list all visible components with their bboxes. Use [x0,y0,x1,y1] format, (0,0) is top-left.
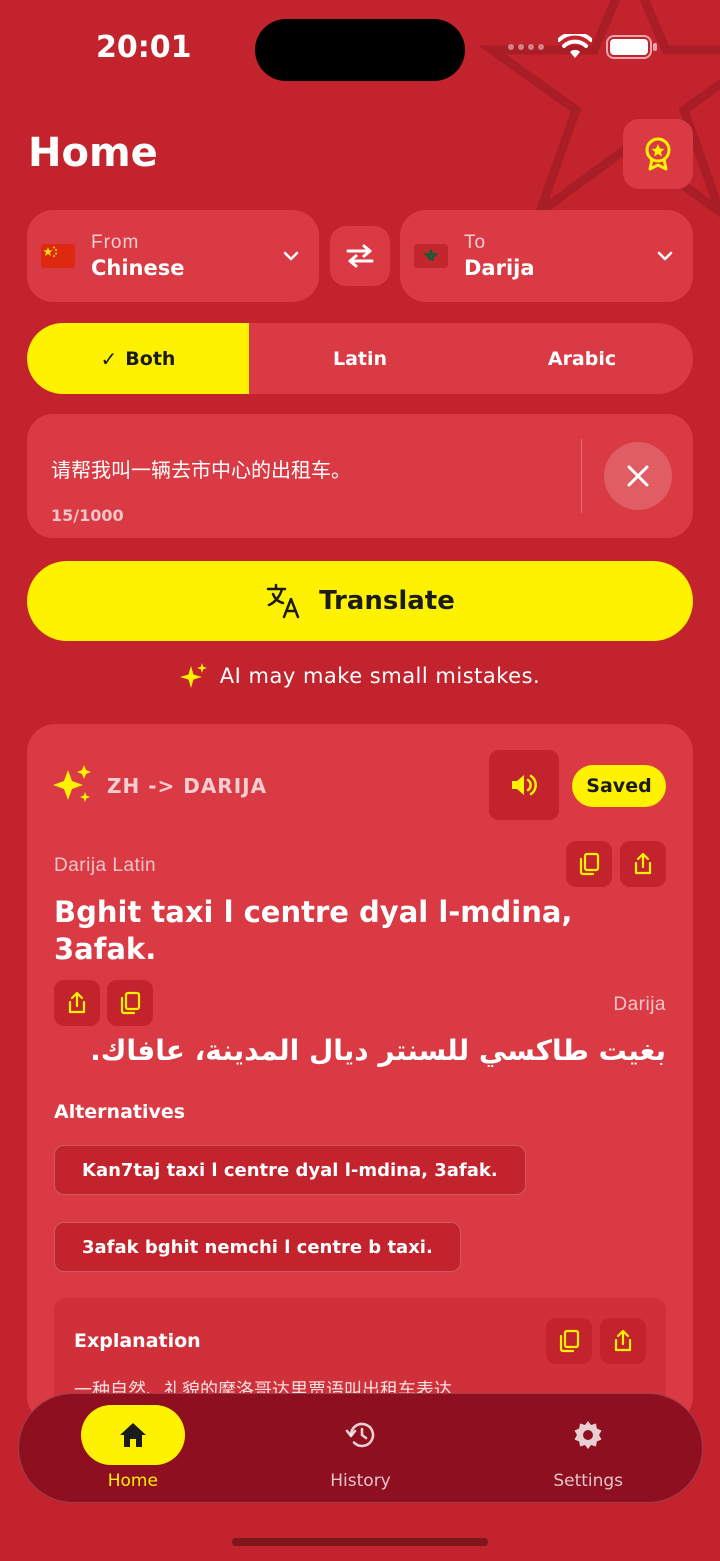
explanation-heading: Explanation [74,1330,201,1352]
share-explanation-button[interactable] [600,1318,646,1364]
script-option-arabic[interactable]: Arabic [471,323,693,394]
copy-icon [579,852,600,876]
latin-caption: Darija Latin [54,855,157,876]
script-option-both-label: Both [125,347,176,370]
status-time: 20:01 [96,30,192,65]
arabic-caption: Darija [613,994,666,1015]
achievements-button[interactable] [623,119,693,189]
china-flag-icon [41,244,75,268]
ai-disclaimer: AI may make small mistakes. [0,662,720,690]
source-text[interactable]: 请帮我叫一辆去市中心的出租车。 [51,454,351,483]
alternative-item[interactable]: Kan7taj taxi l centre dyal l-mdina, 3afa… [54,1145,526,1195]
from-label: From [91,232,140,253]
clear-input-button[interactable] [604,442,672,510]
share-icon [614,1329,632,1352]
input-divider [581,439,582,513]
latin-translation: Bghit taxi l centre dyal l-mdina, 3afak. [54,895,573,966]
swap-languages-button[interactable] [330,226,390,286]
source-text-input[interactable]: 请帮我叫一辆去市中心的出租车。 15/1000 [27,414,693,538]
share-icon [68,991,86,1014]
camera-notch [255,19,465,81]
copy-explanation-button[interactable] [546,1318,592,1364]
copy-latin-button[interactable] [566,841,612,887]
home-icon [119,1423,146,1447]
nav-settings[interactable]: Settings [474,1394,702,1502]
script-option-latin[interactable]: Latin [249,323,471,394]
close-icon [627,465,649,487]
ai-disclaimer-text: AI may make small mistakes. [219,664,541,688]
play-audio-button[interactable] [489,750,559,820]
to-language-value: Darija [464,256,535,280]
translate-button-label: Translate [319,586,455,616]
character-count: 15/1000 [51,506,124,525]
chevron-down-icon [283,251,299,261]
chevron-down-icon [657,251,673,261]
share-latin-button[interactable] [620,841,666,887]
status-bar: 20:01 [0,0,720,100]
to-label: To [464,232,487,253]
wifi-icon [558,34,592,58]
nav-history[interactable]: History [247,1394,475,1502]
morocco-flag-icon [414,244,448,268]
history-icon [345,1422,374,1448]
battery-icon [606,35,657,59]
bottom-navigation: Home History Settings [18,1393,703,1503]
nav-home-label: Home [107,1471,158,1491]
nav-home[interactable]: Home [19,1394,247,1502]
cellular-signal-icon [508,44,544,50]
speaker-icon [512,774,537,796]
to-language-selector[interactable]: To Darija [400,210,693,302]
swap-arrows-icon [346,244,374,268]
nav-settings-label: Settings [553,1471,624,1491]
page-title: Home [28,130,158,176]
script-toggle: ✓ Both Latin Arabic [27,323,693,394]
translation-result-card: ZH -> DARIJA Saved Darija Latin Bghit ta… [27,724,693,1424]
sparkle-icon [53,765,91,802]
sparkle-icon [179,663,207,688]
home-indicator [232,1538,488,1546]
language-pair-label: ZH -> DARIJA [107,774,268,798]
script-option-both[interactable]: ✓ Both [27,323,249,394]
alternatives-heading: Alternatives [54,1101,186,1123]
nav-settings-icon-pill [536,1405,640,1465]
translate-icon [266,583,300,619]
script-option-latin-label: Latin [332,347,388,370]
copy-icon [559,1329,580,1353]
copy-icon [120,991,141,1015]
gear-icon [574,1421,602,1449]
translate-button[interactable]: Translate [27,561,693,641]
nav-home-icon-pill [80,1405,185,1465]
from-language-selector[interactable]: From Chinese [27,210,319,302]
arabic-translation: بغيت طاكسي للسنتر ديال المدينة، عافاك. [90,1034,666,1067]
share-arabic-button[interactable] [54,980,100,1026]
copy-arabic-button[interactable] [107,980,153,1026]
script-option-arabic-label: Arabic [547,347,617,370]
from-language-value: Chinese [91,256,185,280]
saved-badge[interactable]: Saved [572,765,666,807]
nav-history-icon-pill [309,1405,413,1465]
alternative-item[interactable]: 3afak bghit nemchi l centre b taxi. [54,1222,461,1272]
award-medal-icon [645,137,671,171]
share-icon [634,852,652,875]
checkmark-icon: ✓ [100,346,118,371]
nav-history-label: History [330,1471,391,1491]
status-icons [508,34,658,60]
